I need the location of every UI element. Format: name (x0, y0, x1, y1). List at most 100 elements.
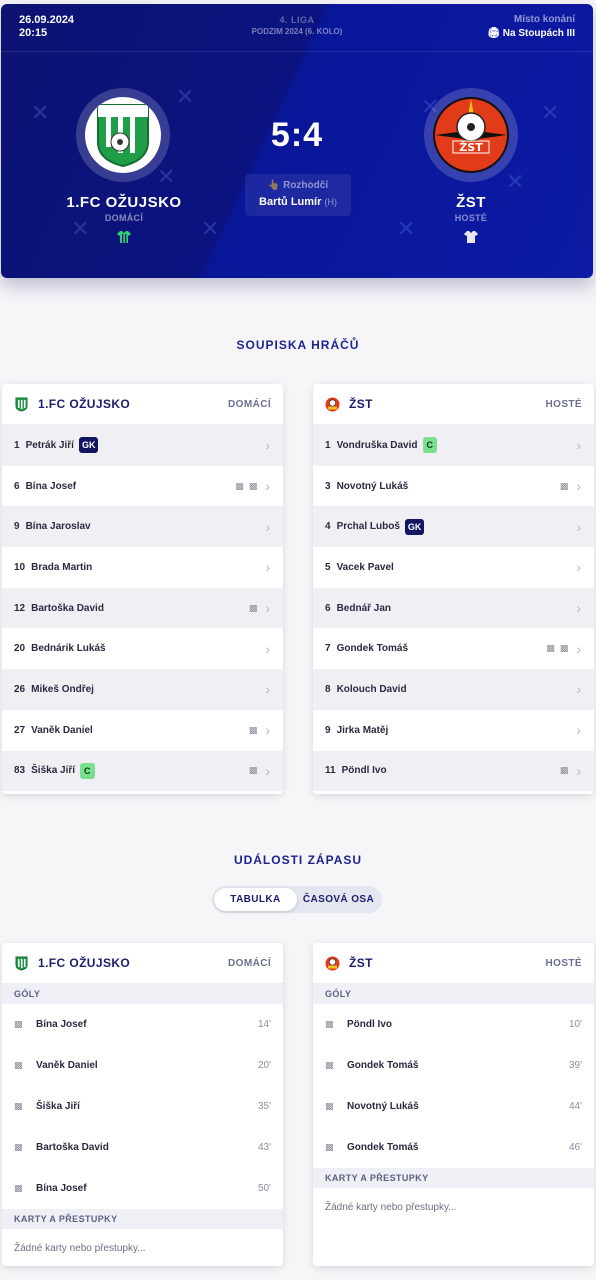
player-row[interactable]: 5 Vacek Pavel › (313, 547, 594, 588)
tab-table[interactable]: TABULKA (214, 888, 297, 911)
goal-ball-icon: ▩ (14, 1183, 23, 1193)
player-number: 12 (14, 602, 26, 614)
away-team-name[interactable]: ŽST (391, 194, 551, 211)
player-name: Vaněk Daniel (31, 724, 93, 736)
away-cards-heading: KARTY A PŘESTUPKY (313, 1168, 594, 1188)
player-name: Prchal Luboš (336, 521, 400, 533)
player-number: 6 (14, 480, 20, 492)
player-row[interactable]: 1 Petrák Jiří GK › (2, 425, 283, 466)
away-lineup-card: ŽST HOSTÉ 1 Vondruška David C › 3 Novotný Luk… (313, 384, 594, 794)
chevron-right-icon[interactable]: › (265, 722, 270, 738)
player-name: Bína Josef (25, 480, 77, 492)
chevron-right-icon[interactable]: › (265, 437, 270, 453)
chevron-right-icon[interactable]: › (576, 559, 581, 575)
player-name: Vacek Pavel (336, 561, 394, 573)
away-jersey-icon (464, 231, 478, 243)
player-row[interactable]: 7 Gondek Tomáš ▩ ▩ › (313, 628, 594, 669)
player-number: 83 (14, 765, 26, 777)
chevron-right-icon[interactable]: › (576, 600, 581, 616)
home-lineup-role: DOMÁCÍ (228, 398, 271, 410)
chevron-right-icon[interactable]: › (265, 478, 270, 494)
home-events-team-name: 1.FC OŽUJSKO (38, 956, 131, 970)
chevron-right-icon[interactable]: › (265, 641, 270, 657)
player-number: 9 (14, 521, 20, 533)
home-team-name[interactable]: 1.FC OŽUJSKO (44, 194, 204, 211)
player-number: 4 (325, 521, 331, 533)
chevron-right-icon[interactable]: › (576, 681, 581, 697)
player-row[interactable]: 11 Pöndl Ivo ▩ › (313, 750, 594, 792)
player-number: 20 (14, 643, 26, 655)
home-team-role: DOMÁCÍ (104, 213, 144, 223)
player-row[interactable]: 10 Brada Martin › (2, 547, 283, 588)
player-row[interactable]: 1 Vondruška David C › (313, 425, 594, 466)
away-team-logo[interactable]: ŽST (424, 88, 518, 182)
player-number: 10 (14, 561, 26, 573)
goal-event-row: ▩ Bartoška David 43' (2, 1127, 283, 1168)
home-goals-list: ▩ Bína Josef 14' ▩ Vaněk Daniel 20' ▩ Šiška Jiř… (2, 1004, 283, 1209)
zst-small-logo-icon (325, 397, 340, 412)
player-row[interactable]: 20 Bednárik Lukáš › (2, 628, 283, 669)
player-name: Bednárik Lukáš (31, 643, 106, 655)
goal-ball-icon: ▩ (248, 602, 258, 613)
goal-scorer: Gondek Tomáš (347, 1142, 419, 1153)
player-row[interactable]: 6 Bína Josef ▩ ▩ › (2, 466, 283, 507)
decor-x-icon: ✕ (157, 164, 176, 189)
player-row[interactable]: 9 Bína Jaroslav › (2, 506, 283, 548)
events-title: UDÁLOSTI ZÁPASU (233, 853, 363, 867)
chevron-right-icon[interactable]: › (265, 763, 270, 779)
tab-timeline[interactable]: ČASOVÁ OSA (297, 888, 380, 911)
player-row[interactable]: 4 Prchal Luboš GK › (313, 506, 594, 548)
goal-minute: 14' (257, 1019, 271, 1030)
player-number: 7 (325, 643, 331, 655)
away-events-team-name: ŽST (349, 956, 373, 970)
home-lineup-team-name: 1.FC OŽUJSKO (38, 397, 131, 411)
chevron-right-icon[interactable]: › (265, 519, 270, 535)
decor-x-icon: ✕ (506, 169, 525, 194)
goal-event-row: ▩ Bína Josef 14' (2, 1004, 283, 1045)
chevron-right-icon[interactable]: › (265, 681, 270, 697)
player-row[interactable]: 12 Bartoška David ▩ › (2, 587, 283, 629)
home-players-list: 1 Petrák Jiří GK › 6 Bína Josef ▩ ▩ › 9 Bína Jaros… (2, 425, 283, 792)
goal-ball-icon: ▩ (248, 765, 258, 776)
home-no-cards: Žádné karty nebo přestupky... (14, 1243, 146, 1254)
player-row[interactable]: 26 Mikeš Ondřej › (2, 669, 283, 710)
player-name: Bartoška David (31, 602, 104, 614)
away-no-cards: Žádné karty nebo přestupky... (325, 1202, 457, 1213)
player-row[interactable]: 6 Bednář Jan › (313, 587, 594, 629)
player-name: Brada Martin (31, 561, 93, 573)
chevron-right-icon[interactable]: › (265, 559, 270, 575)
chevron-right-icon[interactable]: › (576, 641, 581, 657)
player-name: Petrák Jiří (25, 439, 74, 451)
goal-minute: 44' (568, 1101, 582, 1112)
goal-ball-icon: ▩ (559, 643, 569, 654)
player-name: Novotný Lukáš (336, 480, 409, 492)
player-number: 9 (325, 724, 331, 736)
goalkeeper-badge: GK (404, 518, 425, 535)
goal-ball-icon: ▩ (325, 1142, 334, 1152)
chevron-right-icon[interactable]: › (576, 722, 581, 738)
player-row[interactable]: 8 Kolouch David › (313, 669, 594, 710)
decor-x-icon: ✕ (176, 84, 195, 109)
goal-event-row: ▩ Gondek Tomáš 46' (313, 1127, 594, 1168)
goal-ball-icon: ▩ (559, 765, 569, 776)
player-row[interactable]: 9 Jirka Matěj › (313, 710, 594, 751)
captain-badge: C (80, 762, 95, 779)
goalkeeper-badge: GK (78, 437, 99, 454)
goal-minute: 35' (257, 1101, 271, 1112)
chevron-right-icon[interactable]: › (576, 478, 581, 494)
home-lineup-header: 1.FC OŽUJSKO DOMÁCÍ (2, 384, 283, 425)
away-events-card: ŽST HOSTÉ GÓLY ▩ Pöndl Ivo 10' ▩ Gondek Tomá… (313, 943, 594, 1266)
player-row[interactable]: 27 Vaněk Daniel ▩ › (2, 710, 283, 751)
chevron-right-icon[interactable]: › (265, 600, 270, 616)
player-row[interactable]: 3 Novotný Lukáš ▩ › (313, 466, 594, 507)
goal-ball-icon: ▩ (14, 1101, 23, 1111)
match-info-bar: 26.09.2024 20:15 4. LIGA PODZIM 2024 (6.… (1, 4, 593, 52)
chevron-right-icon[interactable]: › (576, 519, 581, 535)
goal-ball-icon: ▩ (559, 480, 569, 491)
venue-info: Místo konání 🏟 Na Stoupách III (487, 14, 575, 39)
player-row[interactable]: 83 Šiška Jiří C ▩ › (2, 750, 283, 792)
chevron-right-icon[interactable]: › (576, 437, 581, 453)
goal-scorer: Vaněk Daniel (36, 1060, 98, 1071)
player-number: 1 (325, 439, 331, 451)
chevron-right-icon[interactable]: › (576, 763, 581, 779)
